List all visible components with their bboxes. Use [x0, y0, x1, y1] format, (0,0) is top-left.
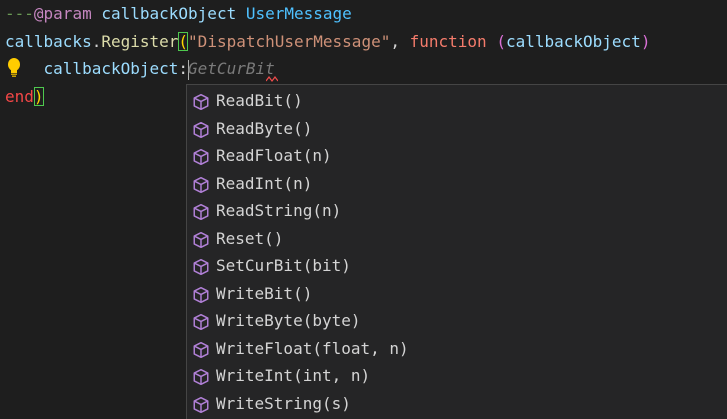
- code-line-1[interactable]: ---@param callbackObject UserMessage: [5, 0, 352, 28]
- suggestion-label: ReadFloat(n): [216, 146, 332, 165]
- colon-operator: :: [178, 59, 189, 78]
- suggestion-label: Reset(): [216, 228, 284, 248]
- suggestion-label: ReadByte(): [216, 118, 313, 138]
- inner-close-paren: ): [640, 32, 651, 51]
- callbacks-object: callbacks: [5, 32, 92, 51]
- suggestion-item[interactable]: Reset(): [187, 225, 727, 252]
- dot-operator: .: [91, 32, 102, 51]
- code-line-2[interactable]: callbacks.Register("DispatchUserMessage"…: [5, 28, 650, 56]
- inline-suggestion-ghost-text: GetCurBit: [188, 59, 275, 78]
- method-cube-icon: [192, 285, 210, 303]
- suggestion-item[interactable]: ReadInt(n): [187, 170, 727, 197]
- param-type: UserMessage: [245, 4, 352, 23]
- suggestion-label: ReadString(n): [216, 201, 342, 220]
- suggestion-item[interactable]: WriteFloat(float, n): [187, 335, 727, 362]
- method-cube-icon: [192, 340, 210, 358]
- comma: ,: [390, 32, 410, 51]
- register-method: Register: [101, 32, 179, 51]
- event-name-string: "DispatchUserMessage": [188, 32, 391, 51]
- inner-open-paren: (: [496, 32, 506, 51]
- suggestion-label: ReadBit(): [216, 91, 303, 110]
- method-cube-icon: [192, 202, 210, 221]
- suggestion-item[interactable]: WriteString(s): [187, 390, 727, 417]
- method-cube-icon: [192, 147, 210, 166]
- method-cube-icon: [192, 312, 210, 331]
- method-cube-icon: [192, 175, 210, 193]
- suggestion-label: WriteString(s): [216, 393, 351, 413]
- method-cube-icon: [192, 257, 210, 276]
- suggestion-label: ReadInt(n): [216, 173, 313, 193]
- error-squiggle-icon: [266, 76, 278, 82]
- suggestion-label: WriteByte(byte): [216, 311, 361, 330]
- suggestion-item[interactable]: ReadByte(): [187, 115, 727, 142]
- lightbulb-icon[interactable]: [6, 57, 22, 79]
- suggestion-widget[interactable]: ReadBit() ReadByte() ReadFloat(n) ReadInt(n…: [186, 84, 727, 419]
- method-cube-icon: [192, 230, 210, 248]
- suggestion-label: WriteInt(int, n): [216, 366, 371, 385]
- close-paren: ): [33, 87, 44, 106]
- suggestion-item[interactable]: WriteBit(): [187, 280, 727, 307]
- suggestion-label: SetCurBit(bit): [216, 256, 351, 275]
- open-paren: (: [178, 32, 189, 51]
- suggestion-item[interactable]: WriteInt(int, n): [187, 362, 727, 389]
- suggestion-item[interactable]: WriteByte(byte): [187, 307, 727, 334]
- suggestion-item[interactable]: ReadBit(): [187, 87, 727, 114]
- suggestion-item[interactable]: ReadString(n): [187, 197, 727, 224]
- comment-prefix: ---: [5, 4, 34, 23]
- method-cube-icon: [192, 120, 210, 138]
- method-cube-icon: [192, 367, 210, 386]
- method-cube-icon: [192, 395, 210, 413]
- method-cube-icon: [192, 92, 210, 111]
- suggestion-label: WriteBit(): [216, 283, 313, 303]
- code-line-4[interactable]: end): [5, 83, 44, 111]
- param-annotation: @param: [33, 4, 92, 23]
- function-arg: callbackObject: [505, 32, 641, 51]
- param-name: callbackObject: [101, 4, 237, 23]
- end-keyword: end: [5, 87, 34, 106]
- suggestion-item[interactable]: ReadFloat(n): [187, 142, 727, 169]
- suggestion-item[interactable]: SetCurBit(bit): [187, 252, 727, 279]
- callback-object-ref: callbackObject: [43, 59, 179, 78]
- code-line-3[interactable]: callbackObject:GetCurBit: [5, 55, 275, 83]
- function-keyword: function: [409, 32, 487, 51]
- suggestion-label: WriteFloat(float, n): [216, 338, 409, 358]
